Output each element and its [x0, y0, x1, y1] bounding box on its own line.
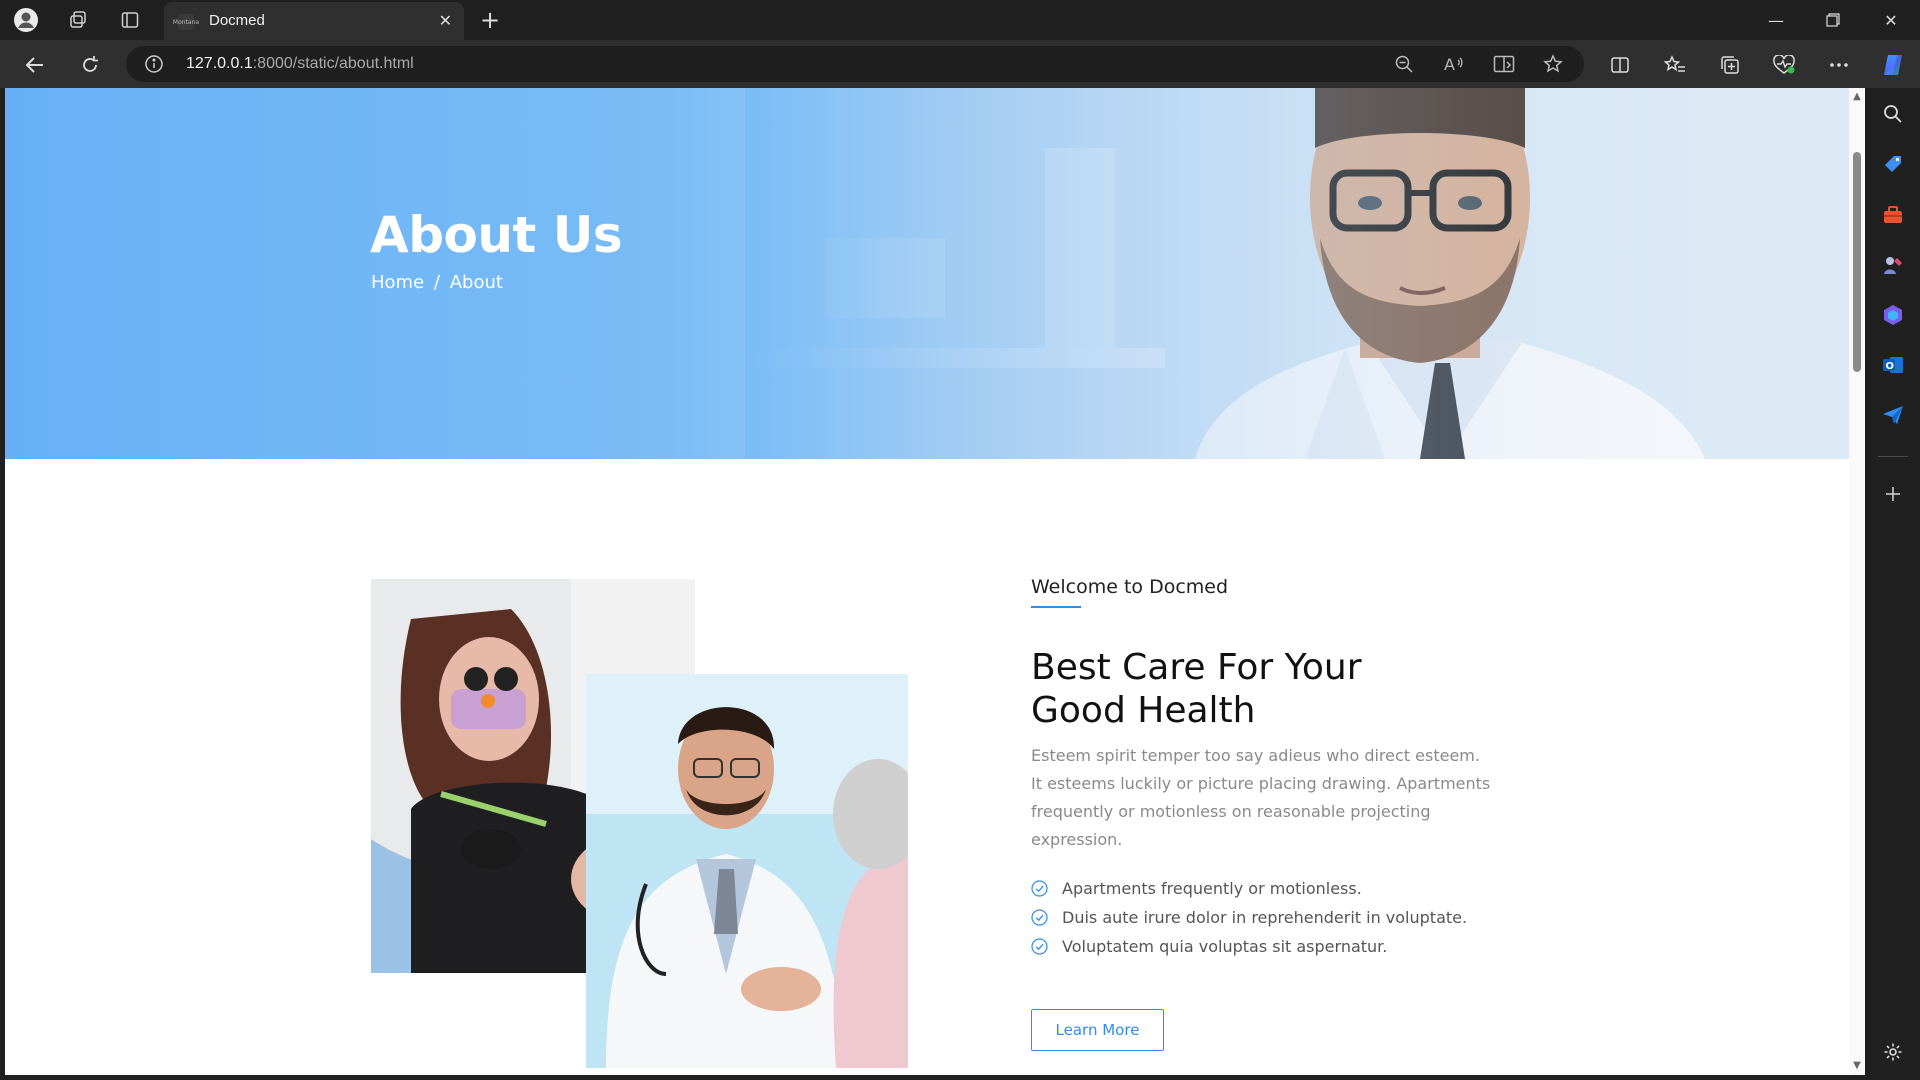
- scroll-up-icon[interactable]: ▲: [1852, 92, 1862, 102]
- breadcrumb-current: About: [449, 272, 503, 293]
- list-item: Duis aute irure dolor in reprehenderit i…: [1031, 903, 1467, 932]
- back-icon[interactable]: [20, 50, 50, 80]
- immersive-reader-icon[interactable]: [1493, 53, 1515, 75]
- heading-line-1: Best Care For Your: [1031, 647, 1362, 688]
- copilot-designer-icon[interactable]: [1881, 303, 1905, 327]
- svg-text:O: O: [1886, 361, 1895, 372]
- copilot-icon[interactable]: [1880, 52, 1906, 78]
- games-icon[interactable]: [1881, 253, 1905, 277]
- scrollbar-thumb[interactable]: [1853, 152, 1861, 372]
- feature-text: Voluptatem quia voluptas sit aspernatur.: [1062, 937, 1388, 956]
- about-heading: Best Care For Your Good Health: [1031, 646, 1531, 732]
- active-tab[interactable]: Montana Docmed ✕: [164, 2, 464, 40]
- breadcrumb: Home / About: [371, 272, 507, 293]
- minimize-icon[interactable]: —: [1753, 4, 1799, 36]
- doctor-patient-image: [586, 674, 908, 1068]
- close-window-icon[interactable]: ✕: [1868, 4, 1914, 36]
- check-circle-icon: [1031, 909, 1048, 926]
- favorite-star-icon[interactable]: [1542, 53, 1564, 75]
- tab-favicon-icon: Montana: [173, 14, 199, 30]
- more-options-icon[interactable]: [1826, 52, 1852, 78]
- profile-icon[interactable]: [12, 6, 40, 34]
- tab-title: Docmed: [209, 12, 265, 29]
- page-scrollbar[interactable]: ▲ ▼: [1849, 88, 1865, 1075]
- learn-more-button[interactable]: Learn More: [1031, 1009, 1164, 1051]
- tools-icon[interactable]: [1881, 203, 1905, 227]
- read-aloud-icon[interactable]: A: [1443, 53, 1465, 75]
- breadcrumb-home-link[interactable]: Home: [371, 272, 424, 293]
- hero-banner: About Us Home / About: [5, 88, 1849, 459]
- feature-text: Duis aute irure dolor in reprehenderit i…: [1062, 908, 1468, 927]
- add-icon[interactable]: [1881, 482, 1905, 506]
- section-eyebrow: Welcome to Docmed: [1031, 576, 1229, 598]
- shopping-tag-icon[interactable]: [1881, 152, 1905, 176]
- outlook-icon[interactable]: O: [1881, 353, 1905, 377]
- list-item: Apartments frequently or motionless.: [1031, 874, 1467, 903]
- restore-icon[interactable]: [1810, 4, 1856, 36]
- eyebrow-underline: [1031, 606, 1081, 608]
- check-circle-icon: [1031, 938, 1048, 955]
- send-icon[interactable]: [1881, 403, 1905, 427]
- feature-text: Apartments frequently or motionless.: [1062, 879, 1362, 898]
- page-title: About Us: [370, 206, 623, 264]
- browser-essentials-icon[interactable]: [1771, 52, 1797, 78]
- breadcrumb-separator: /: [433, 272, 440, 293]
- hero-doctor-image: [745, 88, 1849, 459]
- edge-sidebar: O: [1866, 88, 1920, 1080]
- zoom-out-icon[interactable]: [1393, 53, 1415, 75]
- tab-close-icon[interactable]: ✕: [439, 11, 452, 30]
- collections-icon[interactable]: [1717, 52, 1743, 78]
- svg-text:A: A: [1444, 55, 1455, 74]
- list-item: Voluptatem quia voluptas sit aspernatur.: [1031, 932, 1467, 961]
- heading-line-2: Good Health: [1031, 690, 1256, 731]
- feature-list: Apartments frequently or motionless. Dui…: [1031, 874, 1467, 961]
- split-screen-icon[interactable]: [1607, 52, 1633, 78]
- site-info-icon[interactable]: [144, 54, 164, 74]
- page-viewport: About Us Home / About Welcome to Docmed …: [5, 88, 1865, 1075]
- scroll-down-icon[interactable]: ▼: [1852, 1061, 1862, 1071]
- refresh-icon[interactable]: [75, 50, 105, 80]
- new-tab-icon[interactable]: +: [476, 6, 504, 34]
- favorites-icon[interactable]: [1662, 52, 1688, 78]
- tab-actions-icon[interactable]: [116, 6, 144, 34]
- address-bar[interactable]: 127.0.0.1:8000/static/about.html A: [126, 46, 1584, 82]
- url-text[interactable]: 127.0.0.1:8000/static/about.html: [186, 55, 414, 73]
- search-icon[interactable]: [1881, 102, 1905, 126]
- check-circle-icon: [1031, 880, 1048, 897]
- browser-toolbar: 127.0.0.1:8000/static/about.html A: [0, 40, 1920, 88]
- about-description: Esteem spirit temper too say adieus who …: [1031, 746, 1491, 849]
- tab-bar: Montana Docmed ✕ + — ✕: [0, 0, 1920, 40]
- workspaces-icon[interactable]: [64, 6, 92, 34]
- sidebar-divider: [1878, 456, 1908, 457]
- settings-gear-icon[interactable]: [1881, 1040, 1905, 1064]
